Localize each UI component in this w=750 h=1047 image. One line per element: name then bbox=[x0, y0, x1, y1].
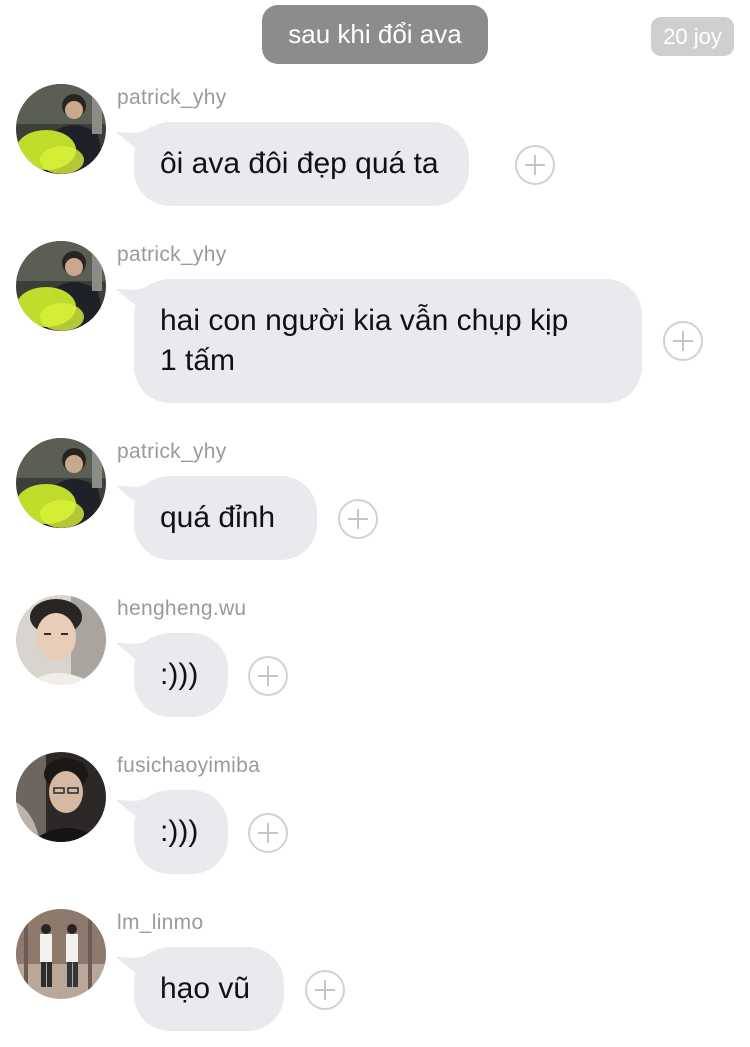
message-bubble-wrap: hạo vũ bbox=[116, 947, 284, 1031]
message-bubble[interactable]: hai con người kia vẫn chụp kịp 1 tấm bbox=[134, 279, 642, 403]
message-text-line: 1 tấm bbox=[160, 344, 236, 377]
message-bubble[interactable]: quá đỉnh bbox=[134, 476, 317, 560]
message-text: quá đỉnh bbox=[160, 501, 276, 534]
add-reaction-button[interactable] bbox=[305, 970, 345, 1010]
avatar[interactable] bbox=[16, 438, 106, 528]
message-bubble[interactable]: :))) bbox=[134, 790, 228, 874]
message-text: ôi ava đôi đẹp quá ta bbox=[160, 147, 439, 180]
add-reaction-button[interactable] bbox=[248, 813, 288, 853]
message-text-line: hai con người kia vẫn chụp kịp bbox=[160, 304, 569, 337]
add-reaction-button[interactable] bbox=[663, 321, 703, 361]
message-bubble[interactable]: hạo vũ bbox=[134, 947, 284, 1031]
message-bubble-wrap: quá đỉnh bbox=[116, 476, 317, 560]
add-reaction-button[interactable] bbox=[338, 499, 378, 539]
avatar[interactable] bbox=[16, 752, 106, 842]
username[interactable]: patrick_yhy bbox=[117, 86, 227, 110]
message-bubble[interactable]: :))) bbox=[134, 633, 228, 717]
message-bubble-wrap: :))) bbox=[116, 790, 228, 874]
add-reaction-button[interactable] bbox=[248, 656, 288, 696]
message-bubble-wrap: hai con người kia vẫn chụp kịp 1 tấm bbox=[116, 279, 642, 403]
avatar[interactable] bbox=[16, 909, 106, 999]
message-bubble-wrap: ôi ava đôi đẹp quá ta bbox=[116, 122, 469, 206]
avatar[interactable] bbox=[16, 84, 106, 174]
message-bubble-wrap: :))) bbox=[116, 633, 228, 717]
username[interactable]: patrick_yhy bbox=[117, 440, 227, 464]
reaction-counter-badge[interactable]: 20 joy bbox=[651, 17, 734, 56]
message-bubble[interactable]: ôi ava đôi đẹp quá ta bbox=[134, 122, 469, 206]
message-text: :))) bbox=[160, 658, 199, 691]
message-text: :))) bbox=[160, 815, 199, 848]
username[interactable]: fusichaoyimiba bbox=[117, 754, 260, 778]
add-reaction-button[interactable] bbox=[515, 145, 555, 185]
avatar[interactable] bbox=[16, 241, 106, 331]
message-text: hạo vũ bbox=[160, 972, 251, 1005]
username[interactable]: lm_linmo bbox=[117, 911, 203, 935]
chat-screen: sau khi đổi ava 20 joy patrick_yhy ôi av… bbox=[0, 0, 750, 1047]
topic-pill[interactable]: sau khi đổi ava bbox=[262, 5, 488, 64]
avatar[interactable] bbox=[16, 595, 106, 685]
username[interactable]: hengheng.wu bbox=[117, 597, 246, 621]
username[interactable]: patrick_yhy bbox=[117, 243, 227, 267]
